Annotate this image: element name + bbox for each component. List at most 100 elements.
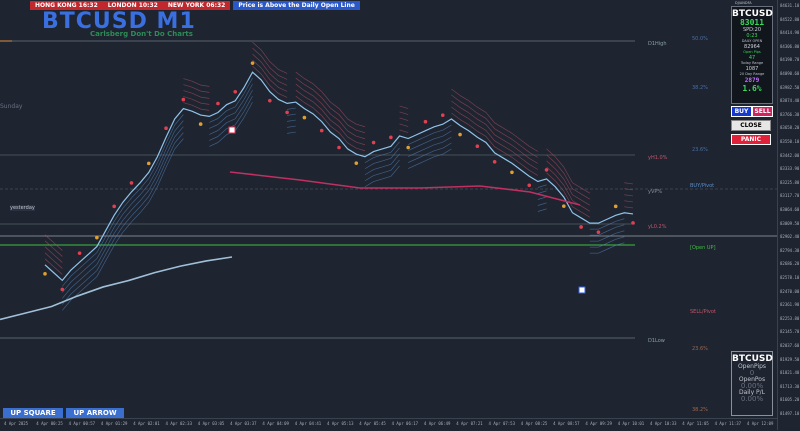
fan-band bbox=[295, 83, 305, 91]
fan-band bbox=[312, 95, 322, 104]
time-tick: 4 Apr 05:13 bbox=[327, 421, 354, 426]
panic-button[interactable]: PANIC bbox=[731, 134, 771, 145]
fan-band bbox=[217, 122, 227, 131]
fan-band bbox=[321, 103, 331, 115]
up-arrow-button[interactable]: UP ARROW bbox=[66, 408, 124, 418]
fan-band bbox=[606, 227, 616, 232]
fan-band bbox=[537, 190, 547, 194]
fan-band bbox=[287, 113, 296, 116]
up-square-button[interactable]: UP SQUARE bbox=[3, 408, 63, 418]
fan-band bbox=[287, 131, 296, 134]
fan-band bbox=[606, 245, 616, 250]
price-tick: 83064.60 bbox=[780, 207, 800, 212]
fan-band bbox=[364, 175, 374, 182]
fan-band bbox=[278, 69, 288, 74]
level-yvp: yVP% bbox=[648, 189, 663, 195]
fan-band bbox=[88, 264, 98, 273]
fan-band bbox=[79, 278, 89, 287]
fib-label: 38.2% bbox=[692, 85, 708, 91]
sell-button[interactable]: SELL bbox=[752, 106, 773, 117]
fan-band bbox=[477, 124, 487, 131]
price-tick: 82145.70 bbox=[780, 329, 800, 335]
price-axis[interactable]: 84631.10 84522.80 84414.90 84306.80 84198.70… bbox=[777, 0, 800, 430]
swing-dot bbox=[406, 145, 410, 150]
fan-band bbox=[546, 160, 556, 169]
fan-band bbox=[624, 200, 634, 203]
time-tick: 4 Apr 01:29 bbox=[100, 421, 128, 426]
fan-band bbox=[477, 130, 487, 137]
fan-band bbox=[572, 206, 582, 213]
price-tick: 83333.90 bbox=[780, 166, 800, 172]
price-tick: 83009.50 bbox=[780, 220, 800, 226]
fan-band bbox=[260, 55, 271, 68]
fan-band bbox=[200, 102, 210, 105]
swing-dot bbox=[596, 230, 601, 234]
fan-band bbox=[356, 147, 366, 152]
fan-band bbox=[191, 80, 201, 86]
fan-band bbox=[79, 272, 89, 281]
price-tick: 83982.50 bbox=[780, 84, 800, 90]
fan-band bbox=[390, 165, 400, 177]
fan-band bbox=[234, 93, 245, 107]
buy-button[interactable]: BUY bbox=[731, 106, 752, 117]
fan-band bbox=[122, 221, 132, 233]
swing-dot bbox=[475, 144, 480, 149]
fan-band bbox=[624, 206, 634, 209]
fan-band bbox=[174, 120, 184, 132]
time-tick: 4 Apr 03:05 bbox=[197, 421, 225, 426]
price-tick: 83766.30 bbox=[780, 111, 800, 117]
fan-band bbox=[226, 112, 236, 118]
fan-band bbox=[304, 102, 314, 109]
fan-band bbox=[537, 196, 547, 200]
level-d1low: D1Low bbox=[648, 338, 665, 344]
swing-dot bbox=[60, 287, 65, 292]
fan-band bbox=[191, 104, 201, 110]
swing-dot bbox=[440, 113, 445, 118]
fib-label: 23.6% bbox=[692, 147, 708, 153]
fan-band bbox=[139, 196, 150, 208]
fan-band bbox=[312, 101, 322, 110]
fan-band bbox=[580, 211, 590, 218]
swing-dot bbox=[233, 89, 238, 94]
fan-band bbox=[217, 128, 227, 137]
fan-band bbox=[416, 154, 426, 159]
fan-band bbox=[494, 128, 504, 135]
fan-band bbox=[364, 169, 374, 176]
time-tick: 4 Apr 04:09 bbox=[262, 421, 289, 426]
swing-dot bbox=[302, 115, 307, 120]
fan-band bbox=[425, 144, 435, 150]
fan-band bbox=[338, 114, 348, 126]
fan-band bbox=[174, 138, 184, 150]
fan-band bbox=[382, 158, 391, 162]
fan-band bbox=[520, 145, 530, 153]
fib-label: 23.6% bbox=[692, 346, 708, 352]
fan-band bbox=[321, 115, 331, 127]
time-tick: 4 Apr 09:29 bbox=[585, 421, 612, 426]
price-tick: 81821.40 bbox=[780, 370, 800, 376]
fan-band bbox=[183, 102, 193, 106]
fan-band bbox=[615, 236, 625, 240]
swing-dot bbox=[510, 170, 514, 175]
price-tick: 82578.10 bbox=[780, 275, 800, 280]
swing-dot bbox=[181, 97, 186, 102]
fan-band bbox=[321, 91, 331, 103]
fan-band bbox=[416, 142, 426, 147]
swing-dot bbox=[198, 122, 203, 126]
fan-band bbox=[382, 176, 391, 180]
fan-band bbox=[330, 125, 340, 133]
fan-band bbox=[373, 166, 383, 170]
time-axis[interactable]: 4 Apr 2025 4 Apr 00:25 4 Apr 00:57 4 Apr 01… bbox=[0, 418, 777, 431]
fan-band bbox=[399, 129, 409, 133]
fan-band bbox=[537, 202, 547, 206]
close-button[interactable]: CLOSE bbox=[731, 120, 771, 131]
swing-dot bbox=[631, 221, 635, 225]
fan-band bbox=[44, 252, 54, 261]
fan-band bbox=[338, 126, 348, 138]
time-tick: 4 Apr 12:09 bbox=[746, 421, 774, 426]
swing-dot bbox=[285, 110, 289, 115]
fan-band bbox=[442, 124, 452, 131]
fan-band bbox=[434, 141, 443, 146]
fan-band bbox=[580, 193, 590, 200]
fan-band bbox=[503, 151, 513, 158]
price-chart[interactable] bbox=[0, 0, 777, 418]
